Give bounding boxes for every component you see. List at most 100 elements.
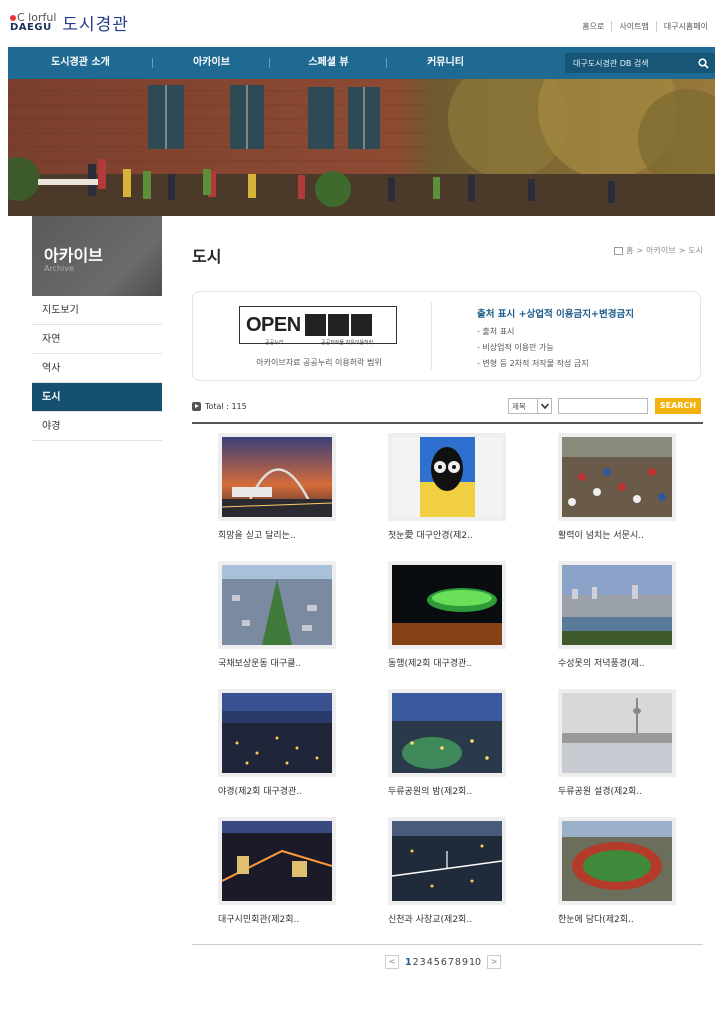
sidebar-item-history[interactable]: 역사 [32, 354, 162, 383]
logo-korean-text: 도시경관 [62, 15, 129, 35]
site-header: C lorful DAEGU 도시경관 홈으로 사이트맵 대구시홈페이 [0, 0, 715, 47]
gallery-item[interactable]: 두류공원 설경(제2회.. [558, 689, 676, 797]
gallery-thumbnail[interactable] [218, 689, 336, 777]
gallery-item[interactable]: 야경(제2회 대구경관.. [218, 689, 336, 797]
noncommercial-icon [327, 314, 349, 336]
page-link[interactable]: 10 [469, 957, 481, 968]
sidebar-subtitle: Archive [44, 264, 74, 273]
page-link[interactable]: 3 [420, 957, 426, 968]
page-link[interactable]: 7 [448, 957, 454, 968]
sidebar-title: 아카이브 [44, 246, 103, 265]
gallery-item[interactable]: 동행(제2회 대구경관.. [388, 561, 506, 669]
page-link[interactable]: 4 [427, 957, 433, 968]
gallery-caption[interactable]: 두류공원의 밤(제2회.. [388, 784, 506, 797]
logo-brand: C lorful DAEGU [10, 12, 56, 33]
gallery-item[interactable]: 한눈에 담다(제2회.. [558, 817, 676, 925]
nav-item-community[interactable]: 커뮤니티 [387, 47, 504, 79]
nav-item-special-view[interactable]: 스페셜 뷰 [270, 47, 387, 79]
nav-item-archive[interactable]: 아카이브 [153, 47, 270, 79]
search-icon[interactable] [693, 53, 713, 73]
gallery-item[interactable]: 두류공원의 밤(제2회.. [388, 689, 506, 797]
gallery-caption[interactable]: 희망을 싣고 달리는.. [218, 528, 336, 541]
gallery-thumbnail[interactable] [218, 433, 336, 521]
keyword-input[interactable] [558, 398, 648, 414]
breadcrumb-home[interactable]: 홈 [626, 245, 633, 256]
search-field-select[interactable]: 제목 [508, 398, 552, 414]
sidebar-item-night-view[interactable]: 야경 [32, 412, 162, 441]
page-link[interactable]: 8 [455, 957, 461, 968]
gallery-thumbnail[interactable] [218, 817, 336, 905]
gallery-thumbnail[interactable] [218, 561, 336, 649]
page-link[interactable]: 2 [413, 957, 419, 968]
breadcrumb-separator: > [678, 246, 686, 255]
page-link[interactable]: 1 [405, 957, 412, 968]
gallery-thumbnail[interactable] [558, 561, 676, 649]
page-link[interactable]: 9 [462, 957, 468, 968]
util-link-home[interactable]: 홈으로 [575, 21, 611, 32]
site-logo[interactable]: C lorful DAEGU 도시경관 [10, 10, 129, 35]
search-field-selected: 제목 [512, 401, 526, 411]
license-title: 출처 표시 +상업적 이용금지+변경금지 [477, 309, 634, 320]
hero-banner-image [8, 79, 715, 216]
gallery-thumbnail[interactable] [388, 561, 506, 649]
gallery-thumbnail[interactable] [558, 817, 676, 905]
util-link-city-homepage[interactable]: 대구시홈페이 [655, 21, 715, 32]
gallery-thumbnail[interactable] [388, 689, 506, 777]
gallery-caption[interactable]: 대구시민회관(제2회.. [218, 912, 336, 925]
gallery-thumbnail[interactable] [558, 689, 676, 777]
gallery-caption[interactable]: 수성못의 저녁풍경(제.. [558, 656, 676, 669]
license-divider [431, 302, 432, 370]
sidebar-item-city[interactable]: 도시 [32, 383, 162, 412]
gallery-item[interactable]: 수성못의 저녁풍경(제.. [558, 561, 676, 669]
prev-page-button[interactable]: < [385, 955, 399, 969]
gallery-item[interactable]: 대구시민회관(제2회.. [218, 817, 336, 925]
total-count-label: Total : 115 [205, 402, 247, 411]
search-button[interactable]: SEARCH [655, 398, 701, 414]
gallery-caption[interactable]: 동행(제2회 대구경관.. [388, 656, 506, 669]
gallery-item[interactable]: 첫눈愛 대구안경(제2.. [388, 433, 506, 541]
license-info-box: OPEN 공공누리 공공저작물 자유이용허락 아카이브자료 공공누리 이용허락 … [192, 291, 701, 381]
open-license-text: OPEN [246, 313, 301, 336]
badge-label-kogl: 공공누리 [265, 340, 284, 346]
license-rule-noncommercial: - 비상업적 이용만 가능 [477, 343, 554, 352]
sidebar-item-nature[interactable]: 자연 [32, 325, 162, 354]
gallery-caption[interactable]: 야경(제2회 대구경관.. [218, 784, 336, 797]
gallery-caption[interactable]: 첫눈愛 대구안경(제2.. [388, 528, 506, 541]
gallery-item[interactable]: 신천과 사장교(제2회.. [388, 817, 506, 925]
license-rule-no-derivatives: - 변형 등 2차적 저작물 작성 금지 [477, 359, 589, 368]
license-caption: 아카이브자료 공공누리 이용허락 범위 [256, 358, 382, 367]
breadcrumb-separator: > [636, 246, 644, 255]
sidebar-menu: 지도보기 자연 역사 도시 야경 [32, 296, 162, 441]
breadcrumb: 홈 > 아카이브 > 도시 [614, 245, 703, 256]
home-icon[interactable] [614, 246, 624, 255]
breadcrumb-current: 도시 [688, 246, 703, 255]
nav-item-intro[interactable]: 도시경관 소개 [8, 47, 153, 79]
next-page-button[interactable]: > [487, 955, 502, 969]
page-numbers: 1 2 3 4 5 6 7 8 9 10 [403, 957, 483, 968]
pagination: < 1 2 3 4 5 6 7 8 9 10 > [385, 955, 502, 969]
gallery-caption[interactable]: 활력이 넘치는 서문시.. [558, 528, 676, 541]
page-link[interactable]: 6 [441, 957, 447, 968]
attribution-icon [304, 314, 326, 336]
gallery-item[interactable]: 국채보상운동 대구클.. [218, 561, 336, 669]
badge-label-desc: 공공저작물 자유이용허락 [321, 340, 374, 346]
gallery-caption[interactable]: 국채보상운동 대구클.. [218, 656, 336, 669]
list-top-rule [192, 422, 703, 424]
search-filter: 제목 SEARCH [508, 398, 701, 414]
gallery-thumbnail[interactable] [388, 817, 506, 905]
nav-search-input[interactable] [565, 58, 693, 68]
util-link-sitemap[interactable]: 사이트맵 [611, 21, 655, 32]
gallery-item[interactable]: 희망을 싣고 달리는.. [218, 433, 336, 541]
utility-nav: 홈으로 사이트맵 대구시홈페이 [575, 21, 715, 32]
sidebar-item-map[interactable]: 지도보기 [32, 296, 162, 325]
list-bottom-rule [192, 944, 703, 945]
gallery-caption[interactable]: 한눈에 담다(제2회.. [558, 912, 676, 925]
gallery-thumbnail[interactable] [558, 433, 676, 521]
gallery-item[interactable]: 활력이 넘치는 서문시.. [558, 433, 676, 541]
gallery-caption[interactable]: 두류공원 설경(제2회.. [558, 784, 676, 797]
play-bullet-icon [192, 402, 201, 411]
gallery-thumbnail[interactable] [388, 433, 506, 521]
page-link[interactable]: 5 [434, 957, 440, 968]
breadcrumb-archive[interactable]: 아카이브 [646, 245, 675, 256]
gallery-caption[interactable]: 신천과 사장교(제2회.. [388, 912, 506, 925]
